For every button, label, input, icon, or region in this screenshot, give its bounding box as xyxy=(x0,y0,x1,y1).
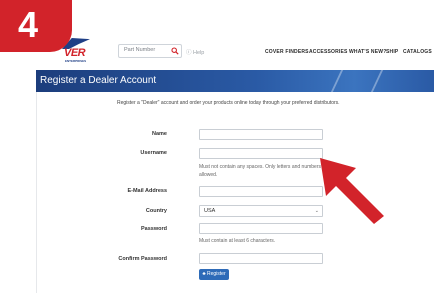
nav-catalogs[interactable]: CATALOGS xyxy=(403,49,432,55)
confirm-password-label: Confirm Password xyxy=(118,256,167,262)
password-label: Password xyxy=(141,226,167,232)
search-icon[interactable] xyxy=(171,47,179,55)
step-badge: 4 xyxy=(0,0,72,52)
part-number-search-input[interactable]: Part Number xyxy=(118,44,182,58)
page-title: Register a Dealer Account xyxy=(40,75,157,86)
confirm-password-input[interactable] xyxy=(199,253,323,264)
intro-text: Register a "Dealer" account and order yo… xyxy=(117,100,340,106)
help-label: Help xyxy=(193,50,205,56)
help-icon: ⓘ xyxy=(186,50,192,56)
username-input[interactable] xyxy=(199,148,323,159)
nav-whats-new[interactable]: WHAT'S NEW? xyxy=(349,49,386,55)
help-link[interactable]: ⓘ Help xyxy=(186,48,204,56)
nav-accessories[interactable]: ACCESSORIES xyxy=(309,49,348,55)
email-label: E-Mail Address xyxy=(127,188,167,194)
email-input[interactable] xyxy=(199,186,323,197)
name-label: Name xyxy=(152,131,167,137)
country-label: Country xyxy=(145,208,167,214)
search-placeholder: Part Number xyxy=(124,47,156,53)
username-hint: Must not contain any spaces. Only letter… xyxy=(199,164,322,178)
register-button[interactable]: ♣ Register xyxy=(199,269,229,280)
country-value: USA xyxy=(204,208,216,214)
nav-ship[interactable]: SHIP xyxy=(386,49,398,55)
logo-text: VER xyxy=(64,47,86,59)
register-page: VER ENTERPRISES Part Number ⓘ Help COVER… xyxy=(0,0,434,293)
pointer-arrow-icon xyxy=(320,158,384,224)
username-label: Username xyxy=(140,150,167,156)
password-input[interactable] xyxy=(199,223,323,234)
country-select[interactable]: USA ⌄ xyxy=(199,205,323,217)
logo-subtext: ENTERPRISES xyxy=(65,59,87,63)
name-input[interactable] xyxy=(199,129,323,140)
nav-cover-finders[interactable]: COVER FINDERS xyxy=(265,49,309,55)
step-number: 4 xyxy=(18,4,39,45)
page-header-band: Register a Dealer Account xyxy=(36,70,434,92)
header-stripe xyxy=(330,70,344,92)
header-stripe xyxy=(370,70,384,92)
password-hint: Must contain at least 6 characters. xyxy=(199,238,276,244)
